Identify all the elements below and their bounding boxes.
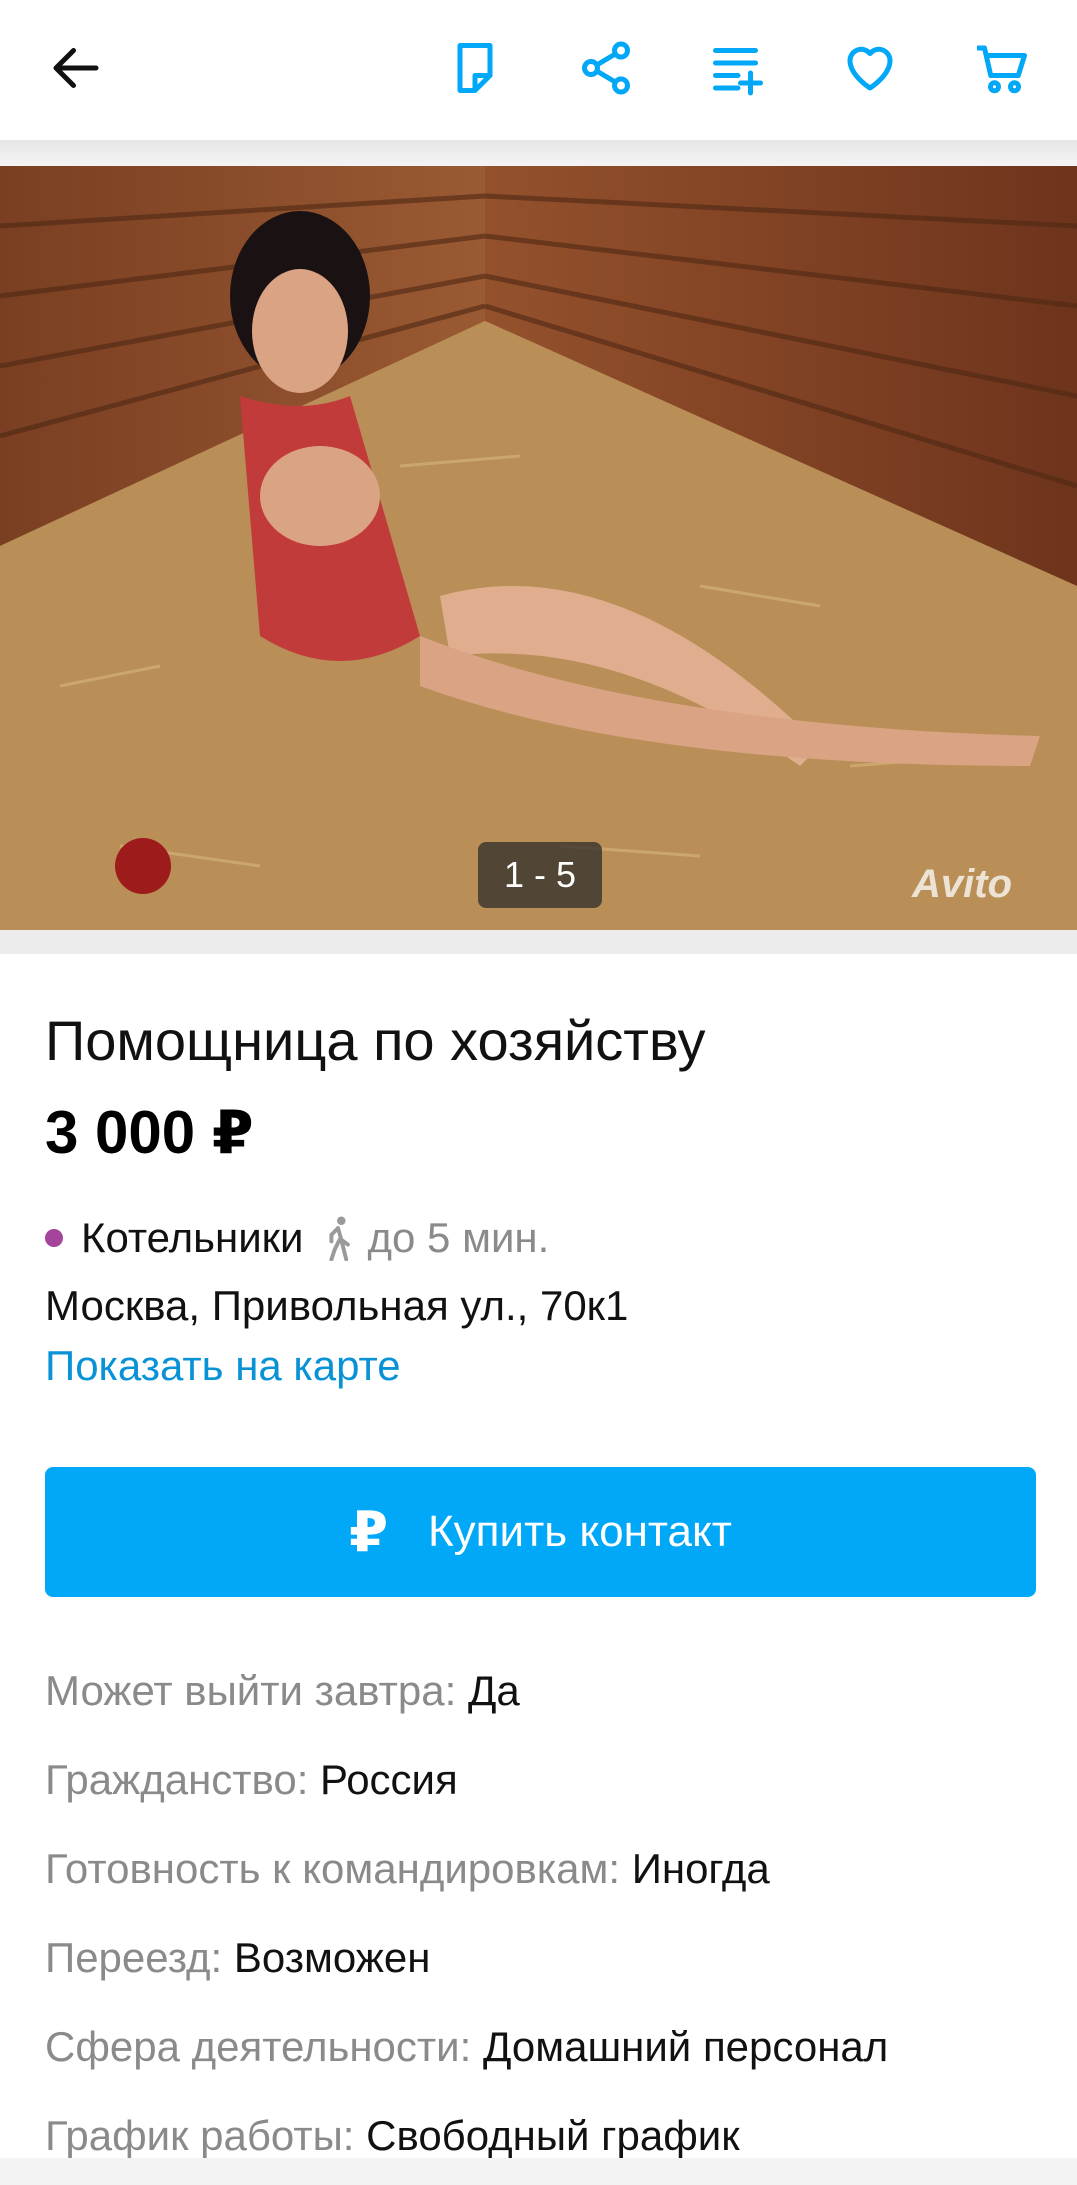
param-key: График работы:: [45, 2112, 367, 2159]
param-row: Может выйти завтра: Да: [45, 1667, 520, 1715]
heart-icon[interactable]: [832, 30, 908, 106]
param-value: Россия: [320, 1756, 458, 1803]
param-row: Сфера деятельности: Домашний персонал: [45, 2023, 888, 2071]
bottom-edge: [0, 2158, 1077, 2185]
param-row: Готовность к командировкам: Иногда: [45, 1845, 770, 1893]
buy-contact-button[interactable]: ₽ Купить контакт: [45, 1467, 1036, 1597]
param-value: Домашний персонал: [482, 2023, 889, 2070]
param-key: Сфера деятельности:: [45, 2023, 483, 2070]
back-arrow-icon[interactable]: [38, 30, 114, 106]
listing-photo[interactable]: [0, 166, 1077, 930]
param-value: Возможен: [233, 1934, 431, 1981]
metro-info: Котельники до 5 мин.: [45, 1214, 549, 1262]
share-icon[interactable]: [568, 30, 644, 106]
param-row: График работы: Свободный график: [45, 2112, 740, 2160]
top-toolbar: [0, 0, 1077, 140]
buy-contact-label: Купить контакт: [428, 1507, 732, 1556]
listing-price: 3 000 ₽: [45, 1099, 254, 1166]
param-key: Готовность к командировкам:: [45, 1845, 632, 1892]
gallery-counter: 1 - 5: [478, 842, 602, 908]
show-on-map-link[interactable]: Показать на карте: [45, 1342, 401, 1390]
param-value: Да: [467, 1667, 520, 1714]
metro-line-dot: [45, 1229, 63, 1247]
listing-title: Помощница по хозяйству: [45, 1009, 706, 1072]
param-row: Переезд: Возможен: [45, 1934, 430, 1982]
note-icon[interactable]: [437, 30, 513, 106]
toolbar-shadow: [0, 140, 1077, 166]
param-value: Иногда: [631, 1845, 770, 1892]
param-value: Свободный график: [366, 2112, 740, 2159]
avito-watermark: Avito: [912, 862, 1012, 906]
walk-time: до 5 мин.: [367, 1214, 550, 1261]
param-row: Гражданство: Россия: [45, 1756, 458, 1804]
walking-icon: [328, 1216, 350, 1261]
address: Москва, Привольная ул., 70к1: [45, 1282, 629, 1329]
cart-icon[interactable]: [964, 30, 1040, 106]
param-key: Может выйти завтра:: [45, 1667, 468, 1714]
compare-list-icon[interactable]: [700, 30, 776, 106]
param-key: Гражданство:: [45, 1756, 321, 1803]
param-key: Переезд:: [45, 1934, 234, 1981]
section-separator: [0, 930, 1077, 954]
metro-station: Котельники: [81, 1214, 304, 1261]
ruble-icon: ₽: [349, 1500, 389, 1563]
